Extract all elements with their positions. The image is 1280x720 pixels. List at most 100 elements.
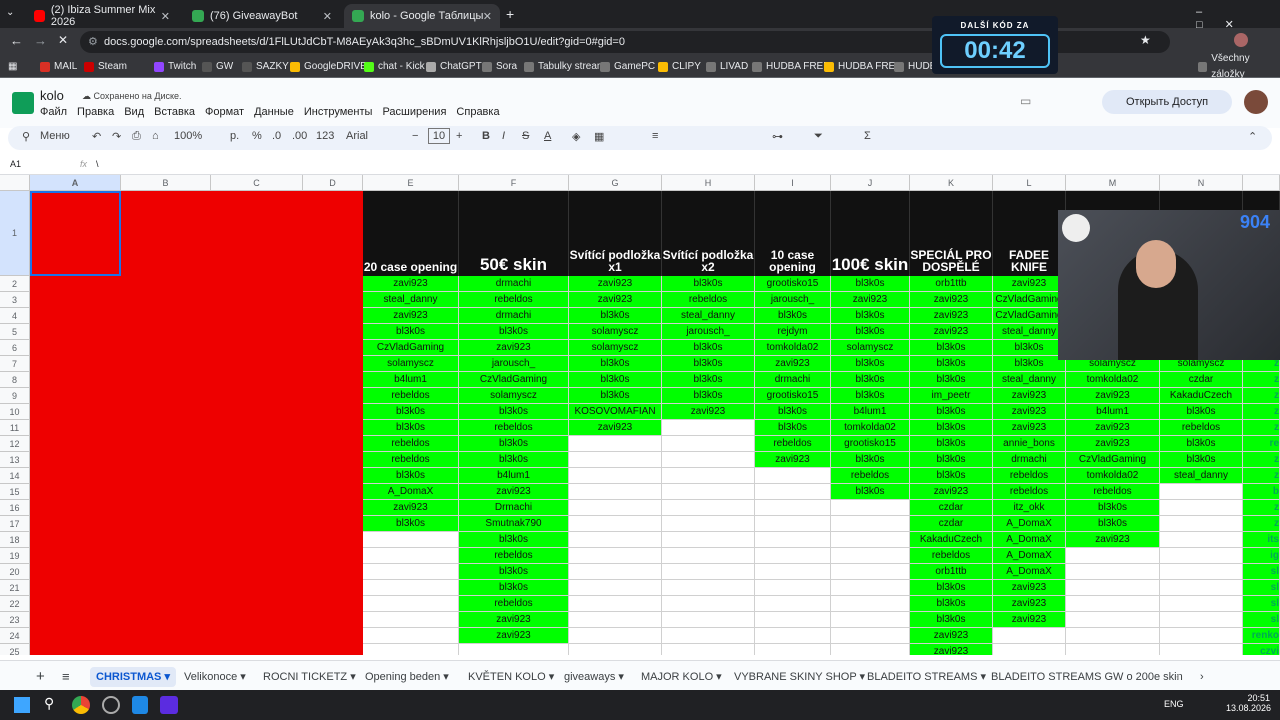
table-cell[interactable]: bl3k0s — [363, 324, 459, 340]
row-header[interactable]: 15 — [0, 484, 30, 500]
column-header[interactable]: L — [993, 175, 1066, 191]
close-icon[interactable]: ✕ — [161, 10, 170, 23]
table-cell[interactable] — [1066, 564, 1160, 580]
table-cell[interactable] — [363, 532, 459, 548]
table-cell[interactable]: rebeldos — [363, 452, 459, 468]
table-cell[interactable]: z — [1243, 452, 1280, 468]
column-header[interactable]: A — [30, 175, 121, 191]
table-cell[interactable]: czvi — [1243, 644, 1280, 655]
selected-cell-a1[interactable] — [30, 191, 121, 276]
row-header[interactable]: 18 — [0, 532, 30, 548]
menu-edit[interactable]: Правка — [77, 106, 114, 118]
table-cell[interactable] — [831, 628, 910, 644]
row-header[interactable]: 7 — [0, 356, 30, 372]
table-cell[interactable]: steal_danny — [993, 324, 1066, 340]
bookmark-item[interactable]: GW — [202, 59, 233, 75]
bookmark-item[interactable]: GoogleDRIVE — [290, 59, 367, 75]
table-cell[interactable]: zavi923 — [993, 276, 1066, 292]
table-cell[interactable] — [662, 532, 755, 548]
row-header[interactable]: 5 — [0, 324, 30, 340]
app-icon[interactable] — [102, 696, 120, 714]
table-cell[interactable]: zavi923 — [459, 484, 569, 500]
table-cell[interactable] — [755, 516, 831, 532]
table-cell[interactable] — [1066, 580, 1160, 596]
column-header[interactable]: N — [1160, 175, 1243, 191]
table-cell[interactable]: bl3k0s — [459, 436, 569, 452]
table-cell[interactable]: bl3k0s — [910, 580, 993, 596]
table-cell[interactable] — [1160, 612, 1243, 628]
table-cell[interactable]: bl3k0s — [662, 372, 755, 388]
table-cell[interactable] — [569, 516, 662, 532]
bookmark-item[interactable]: Twitch — [154, 59, 196, 75]
table-cell[interactable]: bl3k0s — [1066, 516, 1160, 532]
font-size-input[interactable]: 10 — [428, 128, 450, 144]
link-icon[interactable]: ⊶ — [772, 130, 783, 143]
table-cell[interactable]: bl3k0s — [910, 356, 993, 372]
table-cell[interactable] — [363, 612, 459, 628]
table-cell[interactable]: itz_okk — [993, 500, 1066, 516]
table-cell[interactable]: CzVladGaming — [1066, 452, 1160, 468]
bold-button[interactable]: B — [482, 130, 490, 142]
scroll-left-icon[interactable]: ‹ — [1176, 667, 1180, 687]
table-cell[interactable]: bl3k0s — [910, 452, 993, 468]
table-cell[interactable] — [662, 564, 755, 580]
table-cell[interactable]: CzVladGaming — [993, 308, 1066, 324]
table-cell[interactable]: bl3k0s — [662, 340, 755, 356]
table-cell[interactable] — [755, 500, 831, 516]
table-cell[interactable] — [831, 644, 910, 655]
table-cell[interactable]: tomkolda02 — [831, 420, 910, 436]
table-cell[interactable]: bl3k0s — [1160, 404, 1243, 420]
print-icon[interactable]: ⎙ — [132, 130, 141, 143]
table-cell[interactable]: rebeldos — [459, 292, 569, 308]
table-cell[interactable] — [1160, 644, 1243, 655]
row-header[interactable]: 21 — [0, 580, 30, 596]
formula-input[interactable]: \ — [96, 159, 99, 169]
table-cell[interactable]: solamyscz — [363, 356, 459, 372]
table-cell[interactable]: bl3k0s — [831, 452, 910, 468]
table-cell[interactable]: bl3k0s — [910, 420, 993, 436]
bookmark-item[interactable]: Sora — [482, 59, 517, 75]
table-cell[interactable]: bl3k0s — [459, 452, 569, 468]
row-header[interactable]: 2 — [0, 276, 30, 292]
table-cell[interactable]: bl3k0s — [459, 564, 569, 580]
fill-color-icon[interactable]: ◈ — [572, 130, 580, 143]
table-cell[interactable]: its — [1243, 532, 1280, 548]
sheet-tab[interactable]: BLADEITO STREAMS ▾ — [867, 667, 986, 687]
search-icon[interactable]: ⚲ — [22, 130, 30, 143]
column-header[interactable]: D — [303, 175, 363, 191]
table-cell[interactable]: bl3k0s — [459, 404, 569, 420]
table-cell[interactable]: bl3k0s — [1160, 452, 1243, 468]
prize-header-cell[interactable]: Svítící podložka x1 — [569, 191, 662, 276]
table-cell[interactable]: rebeldos — [910, 548, 993, 564]
scroll-right-icon[interactable]: › — [1200, 667, 1204, 687]
table-cell[interactable] — [662, 628, 755, 644]
collapse-icon[interactable]: ⌃ — [1248, 130, 1257, 143]
site-info-icon[interactable]: ⚙ — [88, 31, 98, 53]
column-header[interactable] — [1243, 175, 1280, 191]
table-cell[interactable] — [569, 628, 662, 644]
table-cell[interactable]: rebeldos — [993, 484, 1066, 500]
column-header[interactable]: I — [755, 175, 831, 191]
table-cell[interactable]: bl3k0s — [993, 340, 1066, 356]
sheet-tab[interactable]: Velikonoce ▾ — [184, 667, 246, 687]
table-cell[interactable] — [831, 580, 910, 596]
table-cell[interactable]: zavi923 — [993, 580, 1066, 596]
table-cell[interactable]: A_DomaX — [993, 564, 1066, 580]
table-cell[interactable]: zavi923 — [363, 308, 459, 324]
table-cell[interactable] — [459, 644, 569, 655]
table-cell[interactable]: rebeldos — [1066, 484, 1160, 500]
reload-icon[interactable]: ✕ — [58, 33, 68, 47]
table-cell[interactable]: bl3k0s — [363, 516, 459, 532]
table-cell[interactable]: zavi923 — [459, 628, 569, 644]
table-cell[interactable] — [1066, 628, 1160, 644]
table-cell[interactable] — [755, 532, 831, 548]
table-cell[interactable]: bl3k0s — [662, 356, 755, 372]
table-cell[interactable]: jarousch_ — [755, 292, 831, 308]
row-header[interactable]: 9 — [0, 388, 30, 404]
table-cell[interactable]: sl — [1243, 580, 1280, 596]
table-cell[interactable] — [831, 548, 910, 564]
table-cell[interactable]: bl3k0s — [910, 340, 993, 356]
table-cell[interactable]: zavi923 — [1066, 388, 1160, 404]
column-header[interactable]: G — [569, 175, 662, 191]
table-cell[interactable]: steal_danny — [993, 372, 1066, 388]
